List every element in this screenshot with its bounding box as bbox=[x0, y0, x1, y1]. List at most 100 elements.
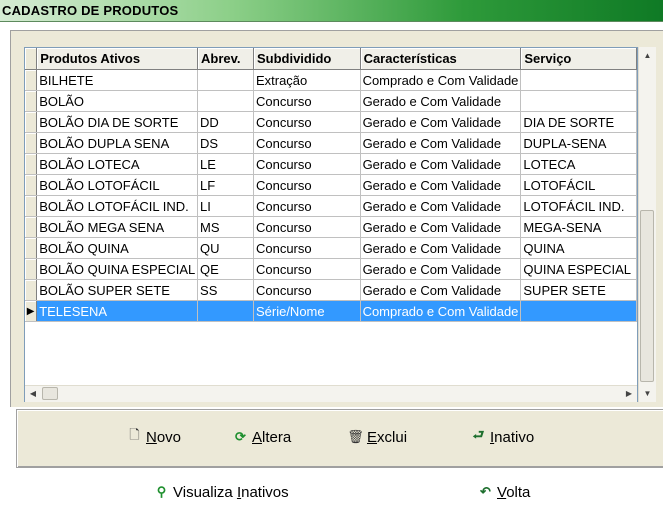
cell-caracteristicas[interactable]: Comprado e Com Validade bbox=[360, 300, 522, 322]
cell-servico[interactable]: LOTOFÁCIL bbox=[520, 174, 637, 196]
table-body: BILHETE Extração Comprado e Com Validade BO… bbox=[25, 69, 637, 322]
altera-button[interactable]: ⟳ Altera bbox=[234, 427, 291, 447]
scroll-left-icon[interactable]: ◀ bbox=[25, 386, 41, 402]
cell-subdividido[interactable]: Concurso bbox=[253, 258, 361, 280]
cell-abrev[interactable]: DS bbox=[197, 132, 254, 154]
scroll-down-icon[interactable]: ▼ bbox=[639, 385, 656, 402]
column-header-subdividido[interactable]: Subdividido bbox=[253, 48, 361, 70]
table-row[interactable]: BOLÃO QUINA QU Concurso Gerado e Com Valida… bbox=[25, 237, 637, 259]
cell-caracteristicas[interactable]: Gerado e Com Validade bbox=[360, 216, 522, 238]
row-indicator bbox=[25, 216, 38, 238]
cell-produto[interactable]: BOLÃO MEGA SENA bbox=[36, 216, 199, 238]
cell-produto[interactable]: BOLÃO QUINA bbox=[36, 237, 199, 259]
cell-abrev[interactable]: MS bbox=[197, 216, 254, 238]
exclui-label: Exclui bbox=[367, 428, 408, 446]
cell-servico[interactable]: QUINA ESPECIAL bbox=[520, 258, 637, 280]
horizontal-scrollbar[interactable]: ◀ ▶ bbox=[25, 385, 637, 402]
cell-produto[interactable]: BOLÃO bbox=[36, 90, 199, 112]
table-row[interactable]: BOLÃO MEGA SENA MS Concurso Gerado e Com Va… bbox=[25, 216, 637, 238]
cell-caracteristicas[interactable]: Gerado e Com Validade bbox=[360, 237, 522, 259]
column-header-abrev[interactable]: Abrev. bbox=[197, 48, 254, 70]
cell-caracteristicas[interactable]: Gerado e Com Validade bbox=[360, 195, 522, 217]
cell-caracteristicas[interactable]: Gerado e Com Validade bbox=[360, 258, 522, 280]
cell-servico[interactable] bbox=[520, 300, 637, 322]
cell-subdividido[interactable]: Concurso bbox=[253, 153, 361, 175]
cell-subdividido[interactable]: Concurso bbox=[253, 279, 361, 301]
cell-abrev[interactable] bbox=[197, 90, 254, 112]
cell-servico[interactable]: MEGA-SENA bbox=[520, 216, 637, 238]
volta-label: Volta bbox=[497, 483, 531, 501]
cell-subdividido[interactable]: Concurso bbox=[253, 111, 361, 133]
cell-produto[interactable]: BOLÃO LOTECA bbox=[36, 153, 199, 175]
table-row[interactable]: BOLÃO LOTOFÁCIL IND. LI Concurso Gerado e C… bbox=[25, 195, 637, 217]
altera-label: Altera bbox=[252, 428, 292, 446]
horizontal-scroll-thumb[interactable] bbox=[42, 387, 58, 400]
cell-subdividido[interactable]: Concurso bbox=[253, 237, 361, 259]
cell-produto[interactable]: BOLÃO SUPER SETE bbox=[36, 279, 199, 301]
cell-caracteristicas[interactable]: Gerado e Com Validade bbox=[360, 279, 522, 301]
products-grid[interactable]: Produtos Ativos Abrev. Subdividido Carac… bbox=[24, 47, 638, 402]
scroll-up-icon[interactable]: ▲ bbox=[639, 47, 656, 64]
cell-abrev[interactable]: QE bbox=[197, 258, 254, 280]
cell-servico[interactable]: LOTOFÁCIL IND. bbox=[520, 195, 637, 217]
cell-subdividido[interactable]: Concurso bbox=[253, 195, 361, 217]
cell-produto[interactable]: BOLÃO LOTOFÁCIL bbox=[36, 174, 199, 196]
table-row[interactable]: BOLÃO SUPER SETE SS Concurso Gerado e Com V… bbox=[25, 279, 637, 301]
vertical-scroll-thumb[interactable] bbox=[640, 210, 654, 382]
cell-caracteristicas[interactable]: Gerado e Com Validade bbox=[360, 132, 522, 154]
cell-abrev[interactable]: LI bbox=[197, 195, 254, 217]
cell-produto[interactable]: TELESENA bbox=[36, 300, 199, 322]
cell-abrev[interactable]: DD bbox=[197, 111, 254, 133]
cell-subdividido[interactable]: Concurso bbox=[253, 174, 361, 196]
cell-servico[interactable] bbox=[520, 90, 637, 112]
table-row[interactable]: BOLÃO LOTOFÁCIL LF Concurso Gerado e Com Va… bbox=[25, 174, 637, 196]
row-indicator bbox=[25, 153, 38, 175]
row-indicator bbox=[25, 195, 38, 217]
cell-servico[interactable]: SUPER SETE bbox=[520, 279, 637, 301]
cell-abrev[interactable]: QU bbox=[197, 237, 254, 259]
cell-abrev[interactable] bbox=[197, 69, 254, 91]
cell-subdividido[interactable]: Série/Nome bbox=[253, 300, 361, 322]
exclui-button[interactable]: 🗑 Exclui bbox=[347, 427, 408, 447]
volta-button[interactable]: ↶ Volta bbox=[479, 482, 530, 502]
cell-caracteristicas[interactable]: Comprado e Com Validade bbox=[360, 69, 522, 91]
cell-subdividido[interactable]: Concurso bbox=[253, 216, 361, 238]
cell-produto[interactable]: BOLÃO DIA DE SORTE bbox=[36, 111, 199, 133]
table-row[interactable]: BOLÃO DIA DE SORTE DD Concurso Gerado e Com… bbox=[25, 111, 637, 133]
cell-produto[interactable]: BOLÃO LOTOFÁCIL IND. bbox=[36, 195, 199, 217]
table-row[interactable]: BOLÃO QUINA ESPECIAL QE Concurso Gerado e C… bbox=[25, 258, 637, 280]
cell-servico[interactable]: LOTECA bbox=[520, 153, 637, 175]
cell-subdividido[interactable]: Concurso bbox=[253, 90, 361, 112]
inativo-button[interactable]: ⮐ Inativo bbox=[472, 427, 535, 447]
cell-servico[interactable]: DUPLA-SENA bbox=[520, 132, 637, 154]
table-row[interactable]: ▶ TELESENA Série/Nome Comprado e Com Valida… bbox=[25, 300, 637, 322]
table-row[interactable]: BILHETE Extração Comprado e Com Validade bbox=[25, 69, 637, 91]
cell-caracteristicas[interactable]: Gerado e Com Validade bbox=[360, 111, 522, 133]
cell-subdividido[interactable]: Extração bbox=[253, 69, 361, 91]
cell-subdividido[interactable]: Concurso bbox=[253, 132, 361, 154]
cell-produto[interactable]: BOLÃO QUINA ESPECIAL bbox=[36, 258, 199, 280]
vertical-scrollbar[interactable]: ▲ ▼ bbox=[638, 47, 656, 402]
visualiza-inativos-button[interactable]: ⚲ Visualiza Inativos bbox=[155, 482, 289, 502]
cell-abrev[interactable]: SS bbox=[197, 279, 254, 301]
scroll-right-icon[interactable]: ▶ bbox=[621, 386, 637, 402]
novo-button[interactable]: 🗋 Novo bbox=[128, 427, 181, 447]
cell-abrev[interactable] bbox=[197, 300, 254, 322]
cell-caracteristicas[interactable]: Gerado e Com Validade bbox=[360, 153, 522, 175]
cell-servico[interactable]: DIA DE SORTE bbox=[520, 111, 637, 133]
cell-caracteristicas[interactable]: Gerado e Com Validade bbox=[360, 174, 522, 196]
cell-caracteristicas[interactable]: Gerado e Com Validade bbox=[360, 90, 522, 112]
table-row[interactable]: BOLÃO LOTECA LE Concurso Gerado e Com Valid… bbox=[25, 153, 637, 175]
column-header-caracteristicas[interactable]: Características bbox=[360, 48, 522, 70]
column-header-servico[interactable]: Serviço bbox=[520, 48, 637, 70]
table-row[interactable]: BOLÃO DUPLA SENA DS Concurso Gerado e Com V… bbox=[25, 132, 637, 154]
cell-servico[interactable]: QUINA bbox=[520, 237, 637, 259]
table-row[interactable]: BOLÃO Concurso Gerado e Com Validade bbox=[25, 90, 637, 112]
row-indicator bbox=[25, 69, 38, 91]
cell-produto[interactable]: BOLÃO DUPLA SENA bbox=[36, 132, 199, 154]
cell-servico[interactable] bbox=[520, 69, 637, 91]
cell-abrev[interactable]: LE bbox=[197, 153, 254, 175]
cell-abrev[interactable]: LF bbox=[197, 174, 254, 196]
column-header-produtos[interactable]: Produtos Ativos bbox=[36, 48, 199, 70]
cell-produto[interactable]: BILHETE bbox=[36, 69, 199, 91]
